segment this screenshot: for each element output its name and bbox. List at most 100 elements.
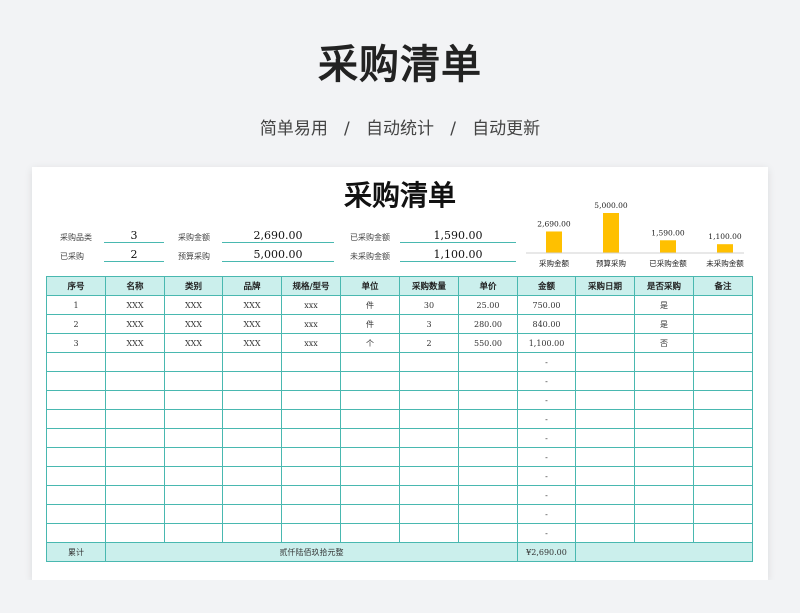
table-cell[interactable] [222, 485, 282, 505]
table-cell[interactable] [105, 485, 165, 505]
table-cell[interactable]: XXX [164, 333, 223, 353]
table-cell[interactable]: 件 [340, 314, 400, 334]
table-cell[interactable] [575, 333, 635, 353]
table-cell[interactable]: 是 [634, 314, 694, 334]
table-cell[interactable] [399, 447, 459, 467]
table-cell[interactable] [399, 371, 459, 391]
table-cell[interactable] [105, 390, 165, 410]
table-cell[interactable] [46, 428, 106, 448]
column-header[interactable]: 采购日期 [575, 276, 635, 296]
table-cell[interactable] [340, 504, 400, 524]
table-cell[interactable]: XXX [222, 295, 282, 315]
table-cell[interactable] [693, 485, 753, 505]
table-cell[interactable] [634, 523, 694, 543]
column-header[interactable]: 单位 [340, 276, 400, 296]
table-cell[interactable] [281, 447, 341, 467]
table-cell[interactable] [340, 409, 400, 429]
table-cell[interactable] [693, 333, 753, 353]
table-cell[interactable] [340, 447, 400, 467]
table-cell[interactable] [281, 409, 341, 429]
table-cell[interactable] [105, 409, 165, 429]
table-cell[interactable] [693, 295, 753, 315]
column-header[interactable]: 序号 [46, 276, 106, 296]
table-cell[interactable] [458, 428, 518, 448]
table-cell[interactable] [281, 390, 341, 410]
table-cell[interactable]: 3 [399, 314, 459, 334]
budget-value[interactable]: 5,000.00 [222, 248, 334, 262]
table-cell[interactable] [222, 504, 282, 524]
table-cell[interactable]: 件 [340, 295, 400, 315]
table-cell[interactable] [46, 371, 106, 391]
table-cell[interactable] [46, 352, 106, 372]
table-cell[interactable] [46, 523, 106, 543]
table-cell[interactable] [458, 447, 518, 467]
table-cell[interactable] [575, 428, 635, 448]
table-cell[interactable] [693, 428, 753, 448]
table-cell[interactable]: - [517, 390, 576, 410]
table-cell[interactable] [164, 409, 223, 429]
table-cell[interactable] [164, 371, 223, 391]
table-cell[interactable] [693, 504, 753, 524]
column-header[interactable]: 名称 [105, 276, 165, 296]
table-cell[interactable] [575, 447, 635, 467]
column-header[interactable]: 金额 [517, 276, 576, 296]
table-cell[interactable]: 750.00 [517, 295, 576, 315]
purchased-count-value[interactable]: 2 [104, 248, 164, 262]
table-cell[interactable] [693, 409, 753, 429]
table-cell[interactable] [575, 504, 635, 524]
table-cell[interactable] [340, 428, 400, 448]
table-cell[interactable] [105, 352, 165, 372]
table-cell[interactable] [222, 371, 282, 391]
table-cell[interactable] [281, 371, 341, 391]
table-cell[interactable]: XXX [222, 314, 282, 334]
table-cell[interactable]: - [517, 428, 576, 448]
column-header[interactable]: 类别 [164, 276, 223, 296]
table-cell[interactable] [164, 352, 223, 372]
table-cell[interactable] [340, 466, 400, 486]
table-cell[interactable] [164, 390, 223, 410]
table-cell[interactable] [575, 409, 635, 429]
table-cell[interactable] [46, 466, 106, 486]
table-cell[interactable] [575, 295, 635, 315]
table-cell[interactable]: 550.00 [458, 333, 518, 353]
table-cell[interactable]: 是 [634, 295, 694, 315]
table-cell[interactable] [164, 428, 223, 448]
table-cell[interactable] [222, 523, 282, 543]
table-cell[interactable] [634, 428, 694, 448]
table-cell[interactable] [340, 485, 400, 505]
table-cell[interactable] [458, 504, 518, 524]
table-cell[interactable]: 3 [46, 333, 106, 353]
purchase-amount-value[interactable]: 2,690.00 [222, 229, 334, 243]
table-cell[interactable] [281, 352, 341, 372]
table-cell[interactable] [222, 409, 282, 429]
table-cell[interactable] [458, 466, 518, 486]
table-cell[interactable]: - [517, 466, 576, 486]
table-cell[interactable]: - [517, 371, 576, 391]
table-cell[interactable]: XXX [164, 314, 223, 334]
table-cell[interactable] [164, 523, 223, 543]
table-cell[interactable] [399, 428, 459, 448]
table-cell[interactable]: xxx [281, 314, 341, 334]
table-cell[interactable] [340, 523, 400, 543]
table-cell[interactable] [399, 390, 459, 410]
table-cell[interactable] [222, 447, 282, 467]
table-cell[interactable] [575, 466, 635, 486]
column-header[interactable]: 品牌 [222, 276, 282, 296]
table-cell[interactable] [693, 371, 753, 391]
table-cell[interactable]: 280.00 [458, 314, 518, 334]
table-cell[interactable] [693, 390, 753, 410]
table-cell[interactable] [634, 466, 694, 486]
table-cell[interactable] [164, 504, 223, 524]
table-cell[interactable]: 30 [399, 295, 459, 315]
table-cell[interactable] [105, 428, 165, 448]
table-cell[interactable] [281, 504, 341, 524]
table-cell[interactable] [46, 504, 106, 524]
column-header[interactable]: 采购数量 [399, 276, 459, 296]
table-cell[interactable] [46, 485, 106, 505]
table-cell[interactable] [575, 371, 635, 391]
table-cell[interactable]: - [517, 504, 576, 524]
table-cell[interactable]: - [517, 523, 576, 543]
column-header[interactable]: 规格/型号 [281, 276, 341, 296]
table-cell[interactable]: XXX [105, 314, 165, 334]
table-cell[interactable]: XXX [164, 295, 223, 315]
